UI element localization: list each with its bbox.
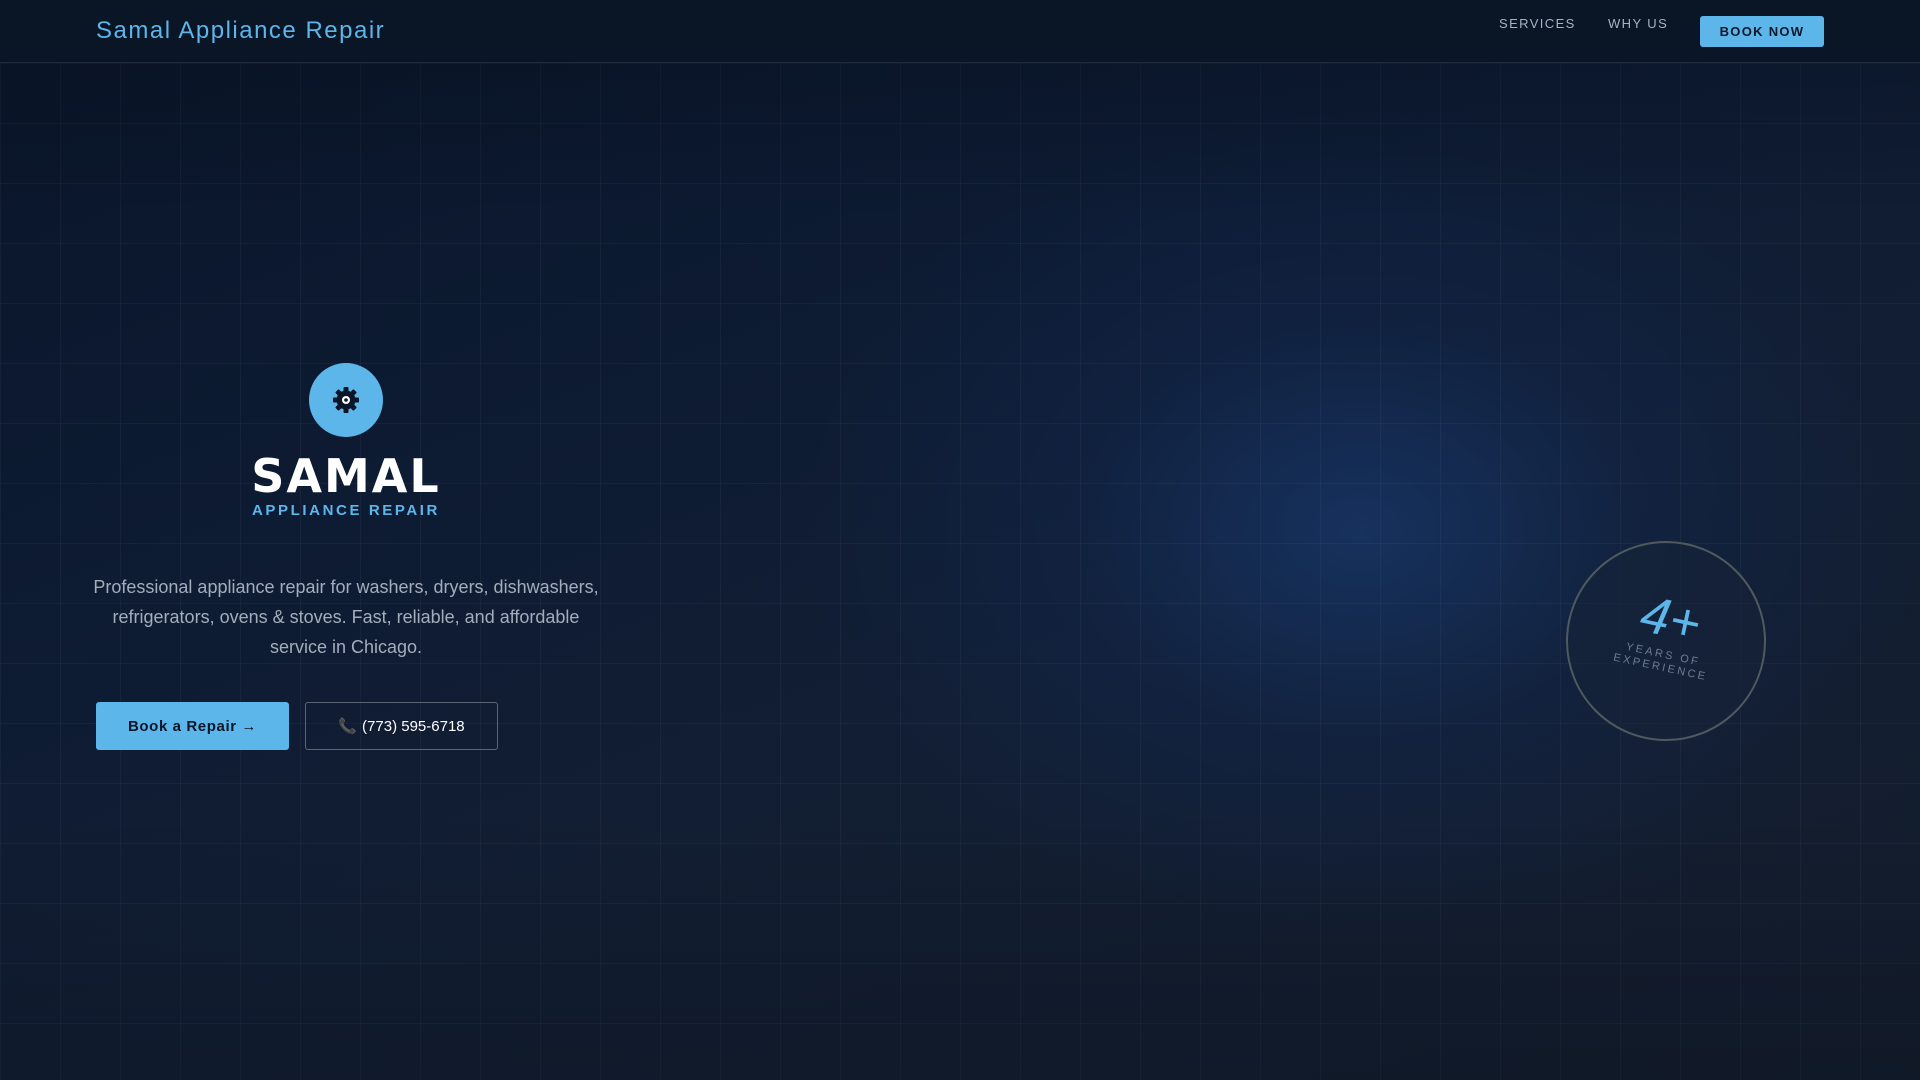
site-header: Samal Appliance Repair SERVICES WHY US B… <box>0 0 1920 63</box>
logo-badge <box>309 363 383 437</box>
phone-icon: 📞 <box>338 718 358 735</box>
phone-number: (773) 595-6718 <box>362 718 465 735</box>
call-phone-button[interactable]: 📞 (773) 595-6718 <box>305 702 498 750</box>
logo-subtitle: APPLIANCE REPAIR <box>251 502 440 519</box>
hero-description: Professional appliance repair for washer… <box>93 577 599 657</box>
experience-badge-content: 4+ YEARS OF EXPERIENCE <box>1550 525 1782 757</box>
book-now-button[interactable]: BOOK NOW <box>1700 16 1824 47</box>
experience-badge: 4+ YEARS OF EXPERIENCE <box>1566 541 1766 741</box>
nav-link-services[interactable]: SERVICES <box>1499 16 1576 31</box>
gear-icon <box>333 387 359 413</box>
nav-link-why-us[interactable]: WHY US <box>1608 16 1668 31</box>
logo-title: SAMAL <box>251 449 441 503</box>
book-repair-button[interactable]: Book a Repair → <box>96 702 289 750</box>
brand-link[interactable]: Samal Appliance Repair <box>96 17 385 45</box>
